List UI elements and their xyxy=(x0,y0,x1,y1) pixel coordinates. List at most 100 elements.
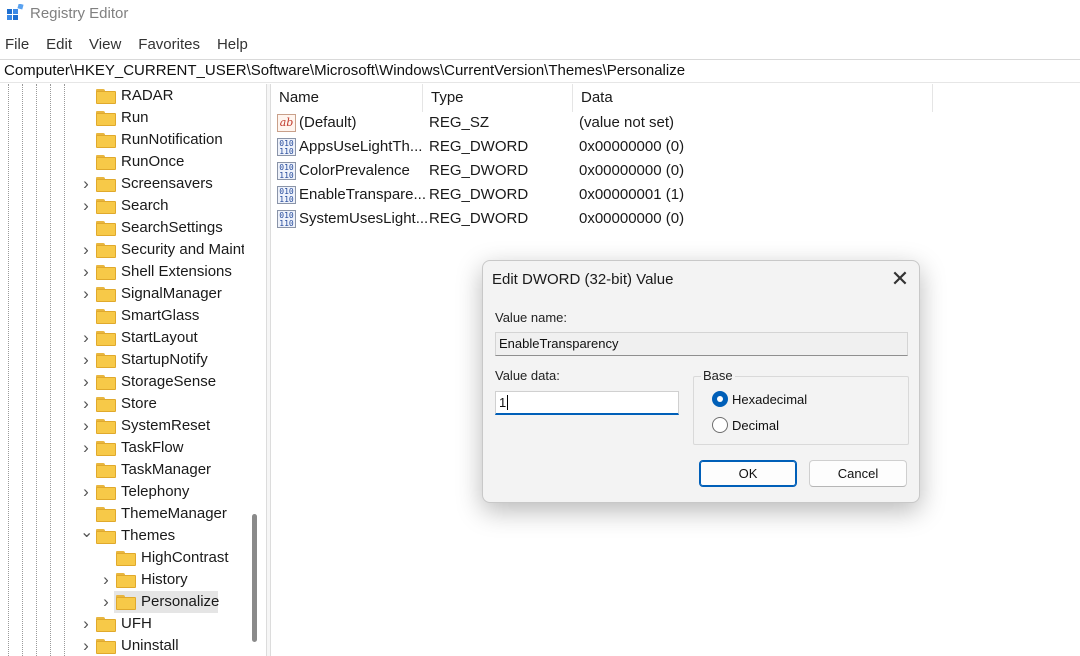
folder-icon xyxy=(96,265,116,280)
value-row[interactable]: 010 110 EnableTranspare... REG_DWORD 0x00000… xyxy=(271,183,931,207)
tree-item-label: Uninstall xyxy=(121,637,179,654)
tree-item-taskflow[interactable]: › TaskFlow xyxy=(0,437,244,459)
tree-item-shell-extensions[interactable]: › Shell Extensions xyxy=(0,261,244,283)
value-data: (value not set) xyxy=(579,114,675,131)
column-header-name[interactable]: Name xyxy=(271,84,423,112)
tree-item-label: Run xyxy=(121,109,149,126)
chevron-right-icon[interactable]: › xyxy=(80,637,92,654)
address-bar[interactable]: Computer\HKEY_CURRENT_USER\Software\Micr… xyxy=(0,59,1080,83)
menu-edit[interactable]: Edit xyxy=(41,34,77,56)
tree-item-screensavers[interactable]: › Screensavers xyxy=(0,173,244,195)
column-header-data[interactable]: Data xyxy=(573,84,933,112)
tree-item-label: StartupNotify xyxy=(121,351,208,368)
chevron-right-icon[interactable]: › xyxy=(80,373,92,390)
tree-item-label: TaskManager xyxy=(121,461,212,478)
value-data-input[interactable]: 1 xyxy=(495,391,679,415)
base-group-label: Base xyxy=(701,368,735,383)
folder-icon xyxy=(96,199,116,214)
tree-item-label: HighContrast xyxy=(141,549,229,566)
folder-icon xyxy=(96,111,116,126)
tree-item-run[interactable]: Run xyxy=(0,107,244,129)
tree-item-ufh[interactable]: › UFH xyxy=(0,613,244,635)
menu-file[interactable]: File xyxy=(0,34,34,56)
tree-item-store[interactable]: › Store xyxy=(0,393,244,415)
decimal-radio[interactable] xyxy=(712,417,728,433)
chevron-right-icon[interactable]: › xyxy=(80,285,92,302)
column-header-type[interactable]: Type xyxy=(423,84,573,112)
binary-value-icon: 010 110 xyxy=(277,210,296,228)
tree-item-smartglass[interactable]: SmartGlass xyxy=(0,305,244,327)
tree-item-label: SearchSettings xyxy=(121,219,223,236)
tree-item-security-and-maint[interactable]: › Security and Maint xyxy=(0,239,245,261)
tree-item-runonce[interactable]: RunOnce xyxy=(0,151,244,173)
chevron-right-icon[interactable]: › xyxy=(80,395,92,412)
ok-button[interactable]: OK xyxy=(699,460,797,487)
tree-item-search[interactable]: › Search xyxy=(0,195,244,217)
tree-item-startlayout[interactable]: › StartLayout xyxy=(0,327,244,349)
tree-item-themes[interactable]: ⌄ Themes xyxy=(0,525,244,547)
chevron-right-icon[interactable]: › xyxy=(80,263,92,280)
tree-item-startupnotify[interactable]: › StartupNotify xyxy=(0,349,244,371)
tree-item-highcontrast[interactable]: HighContrast xyxy=(0,547,244,569)
decimal-label[interactable]: Decimal xyxy=(732,418,779,433)
hexadecimal-label[interactable]: Hexadecimal xyxy=(732,392,807,407)
chevron-right-icon[interactable]: › xyxy=(80,197,92,214)
value-row[interactable]: 010 110 SystemUsesLight... REG_DWORD 0x00000… xyxy=(271,207,931,231)
tree-item-label: Shell Extensions xyxy=(121,263,232,280)
folder-icon xyxy=(96,617,116,632)
tree-item-history[interactable]: › History xyxy=(0,569,244,591)
folder-icon xyxy=(96,375,116,390)
menu-help[interactable]: Help xyxy=(212,34,253,56)
tree-item-radar[interactable]: RADAR xyxy=(0,85,244,107)
value-row[interactable]: ab (Default) REG_SZ (value not set) xyxy=(271,111,931,135)
tree-item-label: Themes xyxy=(121,527,176,544)
folder-icon xyxy=(96,397,116,412)
chevron-right-icon[interactable]: › xyxy=(80,439,92,456)
tree-item-systemreset[interactable]: › SystemReset xyxy=(0,415,244,437)
tree-item-telephony[interactable]: › Telephony xyxy=(0,481,244,503)
tree-item-label: Store xyxy=(121,395,157,412)
tree-item-runnotification[interactable]: RunNotification xyxy=(0,129,244,151)
tree-item-storagesense[interactable]: › StorageSense xyxy=(0,371,244,393)
tree-item-signalmanager[interactable]: › SignalManager xyxy=(0,283,244,305)
chevron-right-icon[interactable]: › xyxy=(80,615,92,632)
tree-item-label: Personalize xyxy=(141,593,220,610)
hexadecimal-radio[interactable] xyxy=(712,391,728,407)
value-type: REG_DWORD xyxy=(429,162,529,179)
chevron-right-icon[interactable]: › xyxy=(80,241,92,258)
folder-icon xyxy=(96,485,116,500)
tree-scroll-thumb[interactable] xyxy=(252,514,257,642)
tree-item-taskmanager[interactable]: TaskManager xyxy=(0,459,244,481)
tree-item-label: StorageSense xyxy=(121,373,217,390)
tree-item-label: RunOnce xyxy=(121,153,185,170)
close-icon[interactable]: ✕ xyxy=(889,268,911,290)
folder-icon xyxy=(96,243,116,258)
menu-favorites[interactable]: Favorites xyxy=(133,34,205,56)
value-data: 0x00000000 (0) xyxy=(579,138,685,155)
chevron-right-icon[interactable]: › xyxy=(80,175,92,192)
value-name-label: Value name: xyxy=(495,310,568,325)
tree-item-searchsettings[interactable]: SearchSettings xyxy=(0,217,244,239)
address-path[interactable]: Computer\HKEY_CURRENT_USER\Software\Micr… xyxy=(4,62,685,79)
chevron-right-icon[interactable]: › xyxy=(80,483,92,500)
cancel-button[interactable]: Cancel xyxy=(809,460,907,487)
tree-item-personalize[interactable]: › Personalize xyxy=(0,591,244,613)
chevron-right-icon[interactable]: › xyxy=(100,593,112,610)
chevron-right-icon[interactable]: › xyxy=(80,329,92,346)
folder-icon xyxy=(96,353,116,368)
tree-item-label: ThemeManager xyxy=(121,505,227,522)
chevron-down-icon[interactable]: ⌄ xyxy=(80,525,93,541)
value-data: 0x00000001 (1) xyxy=(579,186,685,203)
chevron-right-icon[interactable]: › xyxy=(80,351,92,368)
tree-item-thememanager[interactable]: ThemeManager xyxy=(0,503,244,525)
value-row[interactable]: 010 110 AppsUseLightTh... REG_DWORD 0x000000… xyxy=(271,135,931,159)
menu-view[interactable]: View xyxy=(84,34,126,56)
tree-item-label: SystemReset xyxy=(121,417,211,434)
tree-item-uninstall[interactable]: › Uninstall xyxy=(0,635,244,656)
value-row[interactable]: 010 110 ColorPrevalence REG_DWORD 0x00000000… xyxy=(271,159,931,183)
folder-icon xyxy=(96,331,116,346)
chevron-right-icon[interactable]: › xyxy=(100,571,112,588)
folder-icon xyxy=(96,221,116,236)
folder-icon xyxy=(96,639,116,654)
chevron-right-icon[interactable]: › xyxy=(80,417,92,434)
